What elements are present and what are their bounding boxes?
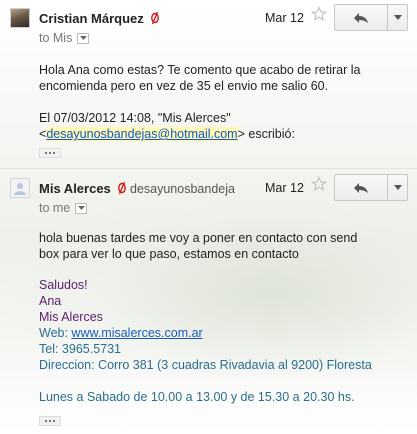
quote-email-link[interactable]: desayunosbandejas@hotmail.com bbox=[46, 127, 238, 141]
sender-name[interactable]: Mis Alerces bbox=[39, 181, 111, 196]
body-line: hola buenas tardes me voy a poner en con… bbox=[39, 231, 358, 245]
message-body: Hola Ana como estas? Te comento que acab… bbox=[39, 62, 411, 142]
quote-header-email-line: <desayunosbandejas@hotmail.com> escribió… bbox=[39, 127, 295, 141]
chevron-down-icon bbox=[79, 36, 87, 40]
signature-hours: Lunes a Sabado de 10.00 a 13.00 y de 15.… bbox=[39, 390, 355, 404]
show-trimmed-content-button[interactable] bbox=[39, 148, 61, 158]
message-date: Mar 12 bbox=[265, 181, 304, 195]
avatar[interactable] bbox=[10, 8, 30, 28]
avatar[interactable] bbox=[10, 178, 30, 198]
recipient-label: to Mis bbox=[39, 31, 73, 45]
dropdown-arrow-icon bbox=[393, 185, 402, 190]
more-options-button[interactable] bbox=[388, 5, 407, 30]
star-icon[interactable] bbox=[311, 176, 327, 192]
sender-name[interactable]: Cristian Márquez bbox=[39, 11, 144, 26]
dropdown-arrow-icon bbox=[393, 15, 402, 20]
body-line: Hola Ana como estas? Te comento que acab… bbox=[39, 63, 361, 77]
message-mis-alerces: Mis Alerces desayunosbandeja Mar 12 to m… bbox=[0, 170, 417, 434]
reply-icon bbox=[354, 182, 368, 193]
signature-address: Direccion: Corro 381 (3 cuadras Rivadavi… bbox=[39, 358, 372, 372]
more-options-button[interactable] bbox=[388, 175, 407, 200]
reply-icon bbox=[354, 12, 368, 23]
body-line: box para ver lo que paso, estamos en con… bbox=[39, 247, 299, 261]
sender-email: desayunosbandeja bbox=[130, 182, 235, 196]
reply-button[interactable] bbox=[335, 175, 387, 200]
reply-button[interactable] bbox=[335, 5, 387, 30]
person-icon bbox=[14, 183, 26, 195]
show-details-button[interactable] bbox=[77, 32, 90, 44]
message-divider bbox=[0, 168, 417, 169]
message-body: hola buenas tardes me voy a poner en con… bbox=[39, 230, 411, 262]
star-icon[interactable] bbox=[311, 6, 327, 22]
body-line: encomienda pero en vez de 35 el envio me… bbox=[39, 79, 329, 93]
quote-header: El 07/03/2012 14:08, "Mis Alerces" bbox=[39, 111, 231, 125]
recipient-label: to me bbox=[39, 201, 71, 215]
reply-button-group bbox=[334, 174, 408, 201]
website-link[interactable]: www.misalerces.com.ar bbox=[71, 326, 202, 340]
signature-tel: Tel: 3965.5731 bbox=[39, 342, 122, 356]
message-date: Mar 12 bbox=[265, 11, 304, 25]
show-details-button[interactable] bbox=[75, 202, 88, 214]
signature-company: Mis Alerces bbox=[39, 310, 103, 324]
label-tag-icon[interactable] bbox=[117, 181, 127, 195]
signature-greeting: Saludos! bbox=[39, 278, 88, 292]
message-cristian: Cristian Márquez Mar 12 to Mis Hola Ana … bbox=[0, 0, 417, 168]
signature-name: Ana bbox=[39, 294, 62, 308]
show-trimmed-content-button[interactable] bbox=[39, 416, 61, 426]
label-tag-icon[interactable] bbox=[150, 11, 160, 25]
reply-button-group bbox=[334, 4, 408, 31]
chevron-down-icon bbox=[77, 206, 85, 210]
signature-web: Web: www.misalerces.com.ar bbox=[39, 326, 203, 340]
recipient-line: to Mis bbox=[39, 31, 90, 45]
recipient-line: to me bbox=[39, 201, 88, 215]
